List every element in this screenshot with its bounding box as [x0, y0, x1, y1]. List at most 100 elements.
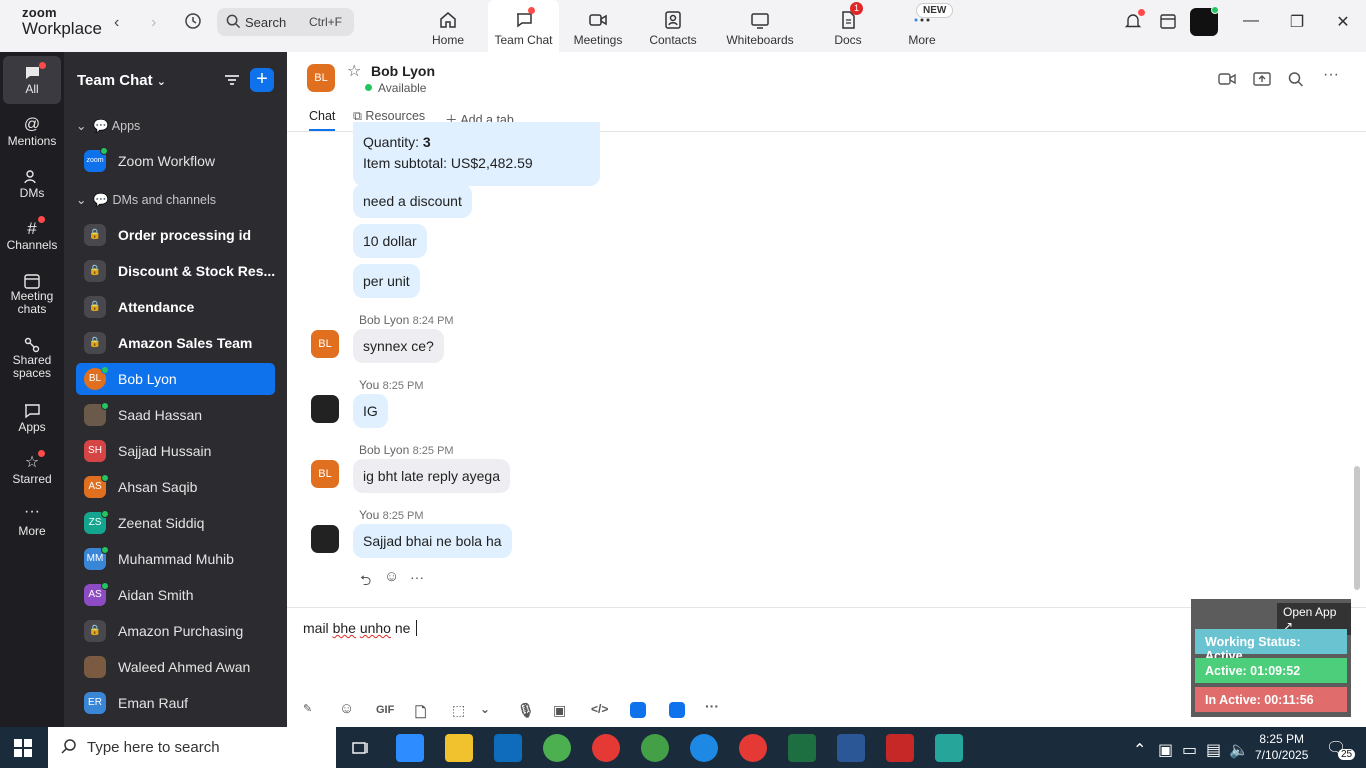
- chrome-icon[interactable]: [543, 734, 571, 762]
- message-more-icon[interactable]: ···: [410, 569, 424, 585]
- search-icon[interactable]: [1287, 71, 1305, 87]
- rail-shared-spaces[interactable]: Shared spaces: [0, 336, 64, 380]
- rail-starred[interactable]: ☆ Starred: [0, 450, 64, 486]
- tab-more[interactable]: NEW More: [892, 0, 954, 52]
- section-dms[interactable]: ⌄ 💬 DMs and channels: [76, 192, 216, 208]
- star-icon[interactable]: ☆: [347, 61, 361, 81]
- tab-docs[interactable]: 1 Docs: [818, 0, 878, 52]
- tab-team-chat[interactable]: Team Chat: [488, 0, 559, 52]
- chrome-icon[interactable]: [739, 734, 767, 762]
- scrollbar[interactable]: [1354, 466, 1360, 590]
- rail-channels[interactable]: # Channels: [0, 216, 64, 252]
- windows-start-icon[interactable]: [14, 739, 32, 757]
- contact-name[interactable]: Bob Lyon: [371, 63, 435, 79]
- filezilla-icon[interactable]: [886, 734, 914, 762]
- avatar[interactable]: BL: [311, 330, 339, 358]
- calculator-icon[interactable]: [837, 734, 865, 762]
- video-call-icon[interactable]: [1218, 71, 1236, 87]
- sidebar-item-amazon-sales-team[interactable]: 🔒 Amazon Sales Team: [76, 327, 275, 359]
- restore-icon[interactable]: ❐: [1284, 12, 1310, 34]
- sidebar-item-discount-stock[interactable]: 🔒 Discount & Stock Res...: [76, 255, 275, 287]
- sidebar-item-attendance[interactable]: 🔒 Attendance: [76, 291, 275, 323]
- more-tools-icon[interactable]: ···: [705, 698, 721, 714]
- message-bubble[interactable]: Quantity: 3 Item subtotal: US$2,482.59: [353, 122, 600, 186]
- chevron-up-icon[interactable]: ⌃: [1133, 740, 1149, 759]
- more-options-icon[interactable]: ···: [1323, 66, 1339, 84]
- sidebar-item-waleed-ahmed-awan[interactable]: Waleed Ahmed Awan: [76, 651, 275, 683]
- filter-icon[interactable]: [220, 68, 244, 92]
- close-icon[interactable]: ✕: [1330, 12, 1356, 34]
- history-icon[interactable]: [184, 12, 202, 35]
- network-icon[interactable]: ▤: [1206, 740, 1222, 759]
- screenshot-icon[interactable]: ⬚: [452, 702, 468, 718]
- microphone-icon[interactable]: 🎙: [517, 702, 535, 718]
- rail-more[interactable]: ··· More: [0, 504, 64, 539]
- message-bubble[interactable]: IG: [353, 394, 388, 428]
- reply-icon[interactable]: ⮌: [360, 570, 371, 594]
- app-icon[interactable]: [630, 702, 646, 718]
- avatar[interactable]: [311, 395, 339, 423]
- message-bubble[interactable]: Sajjad bhai ne bola ha: [353, 524, 512, 558]
- zoom-app-icon[interactable]: [396, 734, 424, 762]
- file-explorer-icon[interactable]: [445, 734, 473, 762]
- volume-icon[interactable]: 🔈: [1229, 740, 1249, 759]
- avatar[interactable]: [311, 525, 339, 553]
- tab-whiteboards[interactable]: Whiteboards: [720, 0, 800, 52]
- taskbar-search[interactable]: Type here to search: [48, 727, 336, 768]
- chrome-icon[interactable]: [690, 734, 718, 762]
- new-chat-button[interactable]: +: [250, 68, 274, 92]
- composer-input[interactable]: mail bhe unho ne: [303, 620, 418, 636]
- code-icon[interactable]: </>: [591, 702, 608, 718]
- battery-icon[interactable]: ▭: [1182, 740, 1198, 759]
- avatar[interactable]: BL: [311, 460, 339, 488]
- tab-meetings[interactable]: Meetings: [568, 0, 628, 52]
- sidebar-item-aidan-smith[interactable]: AS Aidan Smith: [76, 579, 275, 611]
- sidebar-item-muhammad-muhib[interactable]: MM Muhammad Muhib: [76, 543, 275, 575]
- message-bubble[interactable]: per unit: [353, 264, 420, 298]
- rail-all[interactable]: All: [3, 56, 61, 104]
- sidebar-item-eman-rauf[interactable]: ER Eman Rauf: [76, 687, 275, 719]
- sidebar-title[interactable]: Team Chat ⌄: [77, 72, 166, 89]
- sidebar-item-zeenat-siddiq[interactable]: ZS Zeenat Siddiq: [76, 507, 275, 539]
- sidebar-item-ahsan-saqib[interactable]: AS Ahsan Saqib: [76, 471, 275, 503]
- message-bubble[interactable]: ig bht late reply ayega: [353, 459, 510, 493]
- notifications-bell-icon[interactable]: [1120, 9, 1146, 34]
- task-view-icon[interactable]: [347, 734, 375, 762]
- profile-avatar[interactable]: [1190, 6, 1219, 36]
- sidebar-item-saad-hassan[interactable]: Saad Hassan: [76, 399, 275, 431]
- system-clock[interactable]: 8:25 PM 7/10/2025: [1255, 731, 1308, 763]
- rail-mentions[interactable]: @ Mentions: [0, 116, 64, 148]
- emoji-reaction-icon[interactable]: ☺: [384, 568, 399, 585]
- message-bubble[interactable]: need a discount: [353, 184, 472, 218]
- chrome-icon[interactable]: [592, 734, 620, 762]
- sidebar-item-zoom-workflow[interactable]: zoom Zoom Workflow: [76, 145, 275, 177]
- tray-app-icon[interactable]: ▣: [1158, 740, 1174, 759]
- message-bubble[interactable]: synnex ce?: [353, 329, 444, 363]
- sidebar-item-sajjad-hussain[interactable]: SH Sajjad Hussain: [76, 435, 275, 467]
- search-bar[interactable]: Search Ctrl+F: [217, 8, 354, 36]
- app-icon[interactable]: [935, 734, 963, 762]
- sidebar-item-order-processing-id[interactable]: 🔒 Order processing id: [76, 219, 275, 251]
- outlook-icon[interactable]: [494, 734, 522, 762]
- message-bubble[interactable]: 10 dollar: [353, 224, 427, 258]
- forward-arrow-icon[interactable]: ›: [151, 14, 156, 32]
- rail-dms[interactable]: DMs: [0, 168, 64, 200]
- app-icon[interactable]: [669, 702, 685, 718]
- sidebar-item-bob-lyon[interactable]: BL Bob Lyon: [76, 363, 275, 395]
- sidebar-item-amazon-purchasing[interactable]: 🔒 Amazon Purchasing: [76, 615, 275, 647]
- excel-icon[interactable]: [788, 734, 816, 762]
- emoji-icon[interactable]: ☺: [339, 700, 355, 717]
- gif-button[interactable]: GIF: [376, 704, 394, 720]
- tab-home[interactable]: Home: [418, 0, 478, 52]
- chrome-icon[interactable]: [641, 734, 669, 762]
- tab-contacts[interactable]: Contacts: [643, 0, 703, 52]
- chevron-down-icon[interactable]: ⌄: [480, 702, 496, 718]
- rail-apps[interactable]: Apps: [0, 402, 64, 434]
- video-message-icon[interactable]: ▣: [553, 702, 569, 718]
- minimize-icon[interactable]: —: [1238, 12, 1264, 34]
- file-icon[interactable]: 🗋: [415, 702, 431, 720]
- contact-avatar[interactable]: BL: [307, 64, 335, 92]
- rail-meeting-chats[interactable]: Meeting chats: [0, 272, 64, 316]
- back-arrow-icon[interactable]: ‹: [114, 14, 119, 32]
- tab-chat[interactable]: Chat: [309, 109, 336, 131]
